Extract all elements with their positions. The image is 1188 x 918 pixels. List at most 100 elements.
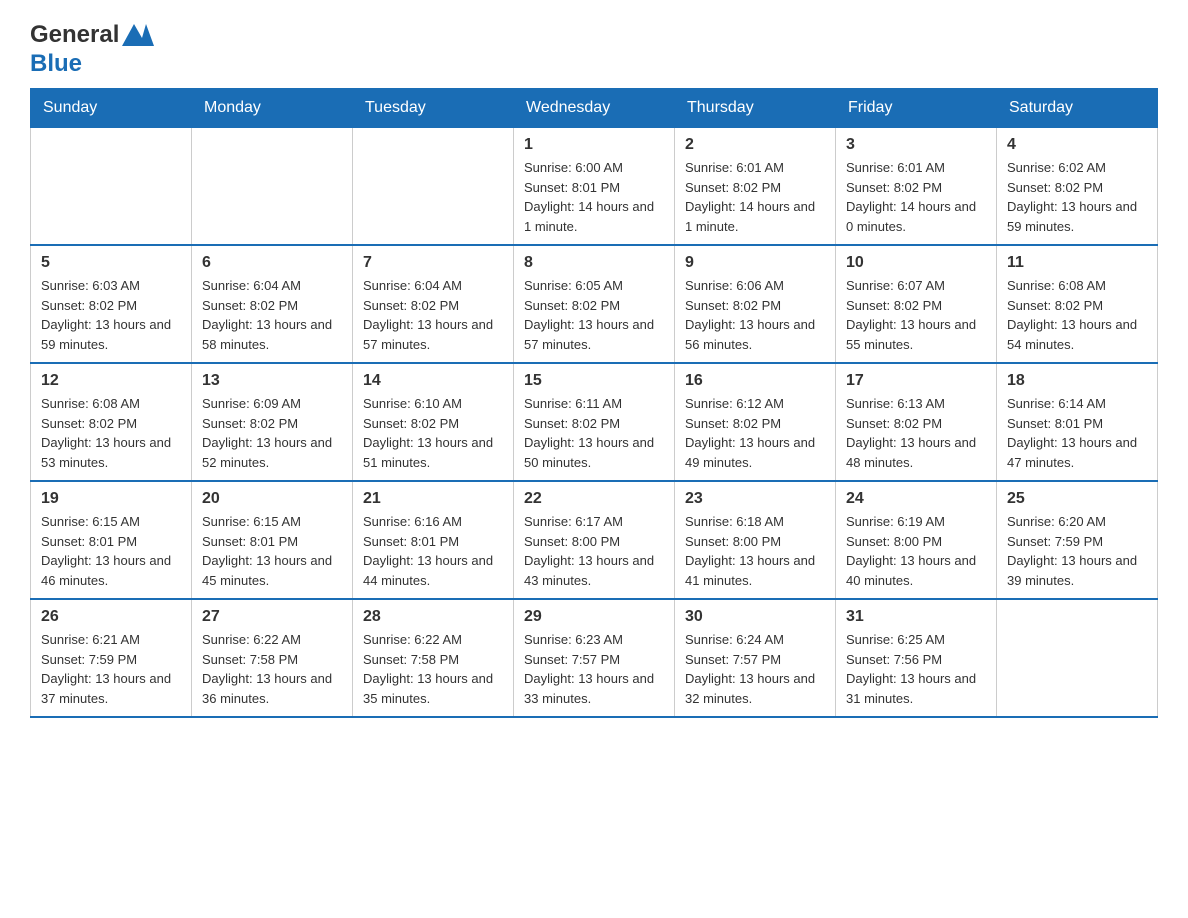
day-number: 20	[202, 490, 342, 508]
calendar-cell: 12 Sunrise: 6:08 AM Sunset: 8:02 PM Dayli…	[31, 363, 192, 481]
day-info: Sunrise: 6:01 AM Sunset: 8:02 PM Dayligh…	[846, 158, 986, 236]
calendar-cell: 19Sunrise: 6:15 AM Sunset: 8:01 PM Dayli…	[31, 481, 192, 599]
day-number: 10	[846, 254, 986, 272]
calendar-cell: 15Sunrise: 6:11 AM Sunset: 8:02 PM Dayli…	[514, 363, 675, 481]
calendar-week-1: 1 Sunrise: 6:00 AM Sunset: 8:01 PM Daylig…	[31, 128, 1158, 246]
calendar-cell: 25 Sunrise: 6:20 AM Sunset: 7:59 PM Dayli…	[997, 481, 1158, 599]
day-number: 29	[524, 608, 664, 626]
calendar-table: SundayMondayTuesdayWednesdayThursdayFrid…	[30, 88, 1158, 718]
weekday-header-wednesday: Wednesday	[514, 89, 675, 128]
calendar-cell: 9 Sunrise: 6:06 AM Sunset: 8:02 PM Daylig…	[675, 245, 836, 363]
calendar-cell: 31 Sunrise: 6:25 AM Sunset: 7:56 PM Dayli…	[836, 599, 997, 717]
day-number: 3	[846, 136, 986, 154]
calendar-cell: 14 Sunrise: 6:10 AM Sunset: 8:02 PM Dayli…	[353, 363, 514, 481]
day-info: Sunrise: 6:06 AM Sunset: 8:02 PM Dayligh…	[685, 276, 825, 354]
day-number: 21	[363, 490, 503, 508]
calendar-cell: 4Sunrise: 6:02 AM Sunset: 8:02 PM Daylig…	[997, 128, 1158, 246]
calendar-week-3: 12 Sunrise: 6:08 AM Sunset: 8:02 PM Dayli…	[31, 363, 1158, 481]
calendar-cell	[31, 128, 192, 246]
calendar-cell: 24Sunrise: 6:19 AM Sunset: 8:00 PM Dayli…	[836, 481, 997, 599]
calendar-cell	[997, 599, 1158, 717]
day-info: Sunrise: 6:04 AM Sunset: 8:02 PM Dayligh…	[363, 276, 503, 354]
day-number: 15	[524, 372, 664, 390]
day-info: Sunrise: 6:20 AM Sunset: 7:59 PM Dayligh…	[1007, 512, 1147, 590]
day-info: Sunrise: 6:10 AM Sunset: 8:02 PM Dayligh…	[363, 394, 503, 472]
weekday-header-monday: Monday	[192, 89, 353, 128]
day-number: 26	[41, 608, 181, 626]
calendar-body: 1 Sunrise: 6:00 AM Sunset: 8:01 PM Daylig…	[31, 128, 1158, 718]
day-info: Sunrise: 6:23 AM Sunset: 7:57 PM Dayligh…	[524, 630, 664, 708]
day-number: 13	[202, 372, 342, 390]
calendar-week-5: 26 Sunrise: 6:21 AM Sunset: 7:59 PM Dayli…	[31, 599, 1158, 717]
day-info: Sunrise: 6:22 AM Sunset: 7:58 PM Dayligh…	[202, 630, 342, 708]
weekday-header-saturday: Saturday	[997, 89, 1158, 128]
calendar-cell: 30Sunrise: 6:24 AM Sunset: 7:57 PM Dayli…	[675, 599, 836, 717]
logo-general-text: General	[30, 21, 119, 49]
calendar-cell: 7 Sunrise: 6:04 AM Sunset: 8:02 PM Daylig…	[353, 245, 514, 363]
day-number: 7	[363, 254, 503, 272]
day-number: 9	[685, 254, 825, 272]
calendar-cell: 26 Sunrise: 6:21 AM Sunset: 7:59 PM Dayli…	[31, 599, 192, 717]
day-number: 14	[363, 372, 503, 390]
day-number: 28	[363, 608, 503, 626]
calendar-cell: 13 Sunrise: 6:09 AM Sunset: 8:02 PM Dayli…	[192, 363, 353, 481]
calendar-cell: 8Sunrise: 6:05 AM Sunset: 8:02 PM Daylig…	[514, 245, 675, 363]
weekday-header-sunday: Sunday	[31, 89, 192, 128]
calendar-week-2: 5Sunrise: 6:03 AM Sunset: 8:02 PM Daylig…	[31, 245, 1158, 363]
calendar-header: SundayMondayTuesdayWednesdayThursdayFrid…	[31, 89, 1158, 128]
day-info: Sunrise: 6:04 AM Sunset: 8:02 PM Dayligh…	[202, 276, 342, 354]
day-info: Sunrise: 6:07 AM Sunset: 8:02 PM Dayligh…	[846, 276, 986, 354]
calendar-cell: 3 Sunrise: 6:01 AM Sunset: 8:02 PM Daylig…	[836, 128, 997, 246]
day-number: 27	[202, 608, 342, 626]
day-info: Sunrise: 6:22 AM Sunset: 7:58 PM Dayligh…	[363, 630, 503, 708]
calendar-cell: 10 Sunrise: 6:07 AM Sunset: 8:02 PM Dayli…	[836, 245, 997, 363]
calendar-cell	[353, 128, 514, 246]
logo-blue-text: Blue	[30, 50, 82, 77]
calendar-cell: 2 Sunrise: 6:01 AM Sunset: 8:02 PM Daylig…	[675, 128, 836, 246]
calendar-cell: 28 Sunrise: 6:22 AM Sunset: 7:58 PM Dayli…	[353, 599, 514, 717]
day-info: Sunrise: 6:18 AM Sunset: 8:00 PM Dayligh…	[685, 512, 825, 590]
calendar-cell: 11 Sunrise: 6:08 AM Sunset: 8:02 PM Dayli…	[997, 245, 1158, 363]
day-number: 22	[524, 490, 664, 508]
calendar-cell: 21Sunrise: 6:16 AM Sunset: 8:01 PM Dayli…	[353, 481, 514, 599]
day-info: Sunrise: 6:00 AM Sunset: 8:01 PM Dayligh…	[524, 158, 664, 236]
day-info: Sunrise: 6:21 AM Sunset: 7:59 PM Dayligh…	[41, 630, 181, 708]
calendar-week-4: 19Sunrise: 6:15 AM Sunset: 8:01 PM Dayli…	[31, 481, 1158, 599]
page-header: General Blue	[30, 20, 1158, 78]
calendar-cell: 6 Sunrise: 6:04 AM Sunset: 8:02 PM Daylig…	[192, 245, 353, 363]
day-info: Sunrise: 6:01 AM Sunset: 8:02 PM Dayligh…	[685, 158, 825, 236]
day-info: Sunrise: 6:02 AM Sunset: 8:02 PM Dayligh…	[1007, 158, 1147, 236]
day-number: 19	[41, 490, 181, 508]
day-number: 23	[685, 490, 825, 508]
calendar-cell	[192, 128, 353, 246]
weekday-header-tuesday: Tuesday	[353, 89, 514, 128]
weekday-header-friday: Friday	[836, 89, 997, 128]
day-number: 1	[524, 136, 664, 154]
calendar-cell: 17Sunrise: 6:13 AM Sunset: 8:02 PM Dayli…	[836, 363, 997, 481]
logo-triangle-icon	[122, 20, 154, 48]
day-number: 30	[685, 608, 825, 626]
day-number: 5	[41, 254, 181, 272]
day-info: Sunrise: 6:05 AM Sunset: 8:02 PM Dayligh…	[524, 276, 664, 354]
calendar-cell: 18Sunrise: 6:14 AM Sunset: 8:01 PM Dayli…	[997, 363, 1158, 481]
calendar-cell: 1 Sunrise: 6:00 AM Sunset: 8:01 PM Daylig…	[514, 128, 675, 246]
weekday-header-thursday: Thursday	[675, 89, 836, 128]
day-info: Sunrise: 6:14 AM Sunset: 8:01 PM Dayligh…	[1007, 394, 1147, 472]
calendar-cell: 27 Sunrise: 6:22 AM Sunset: 7:58 PM Dayli…	[192, 599, 353, 717]
day-info: Sunrise: 6:09 AM Sunset: 8:02 PM Dayligh…	[202, 394, 342, 472]
weekday-header-row: SundayMondayTuesdayWednesdayThursdayFrid…	[31, 89, 1158, 128]
day-number: 11	[1007, 254, 1147, 272]
day-info: Sunrise: 6:17 AM Sunset: 8:00 PM Dayligh…	[524, 512, 664, 590]
day-number: 2	[685, 136, 825, 154]
logo: General Blue	[30, 20, 154, 78]
calendar-cell: 20Sunrise: 6:15 AM Sunset: 8:01 PM Dayli…	[192, 481, 353, 599]
day-info: Sunrise: 6:13 AM Sunset: 8:02 PM Dayligh…	[846, 394, 986, 472]
day-info: Sunrise: 6:25 AM Sunset: 7:56 PM Dayligh…	[846, 630, 986, 708]
day-info: Sunrise: 6:08 AM Sunset: 8:02 PM Dayligh…	[41, 394, 181, 472]
day-number: 6	[202, 254, 342, 272]
day-number: 31	[846, 608, 986, 626]
day-number: 25	[1007, 490, 1147, 508]
calendar-cell: 16Sunrise: 6:12 AM Sunset: 8:02 PM Dayli…	[675, 363, 836, 481]
day-number: 12	[41, 372, 181, 390]
day-info: Sunrise: 6:08 AM Sunset: 8:02 PM Dayligh…	[1007, 276, 1147, 354]
